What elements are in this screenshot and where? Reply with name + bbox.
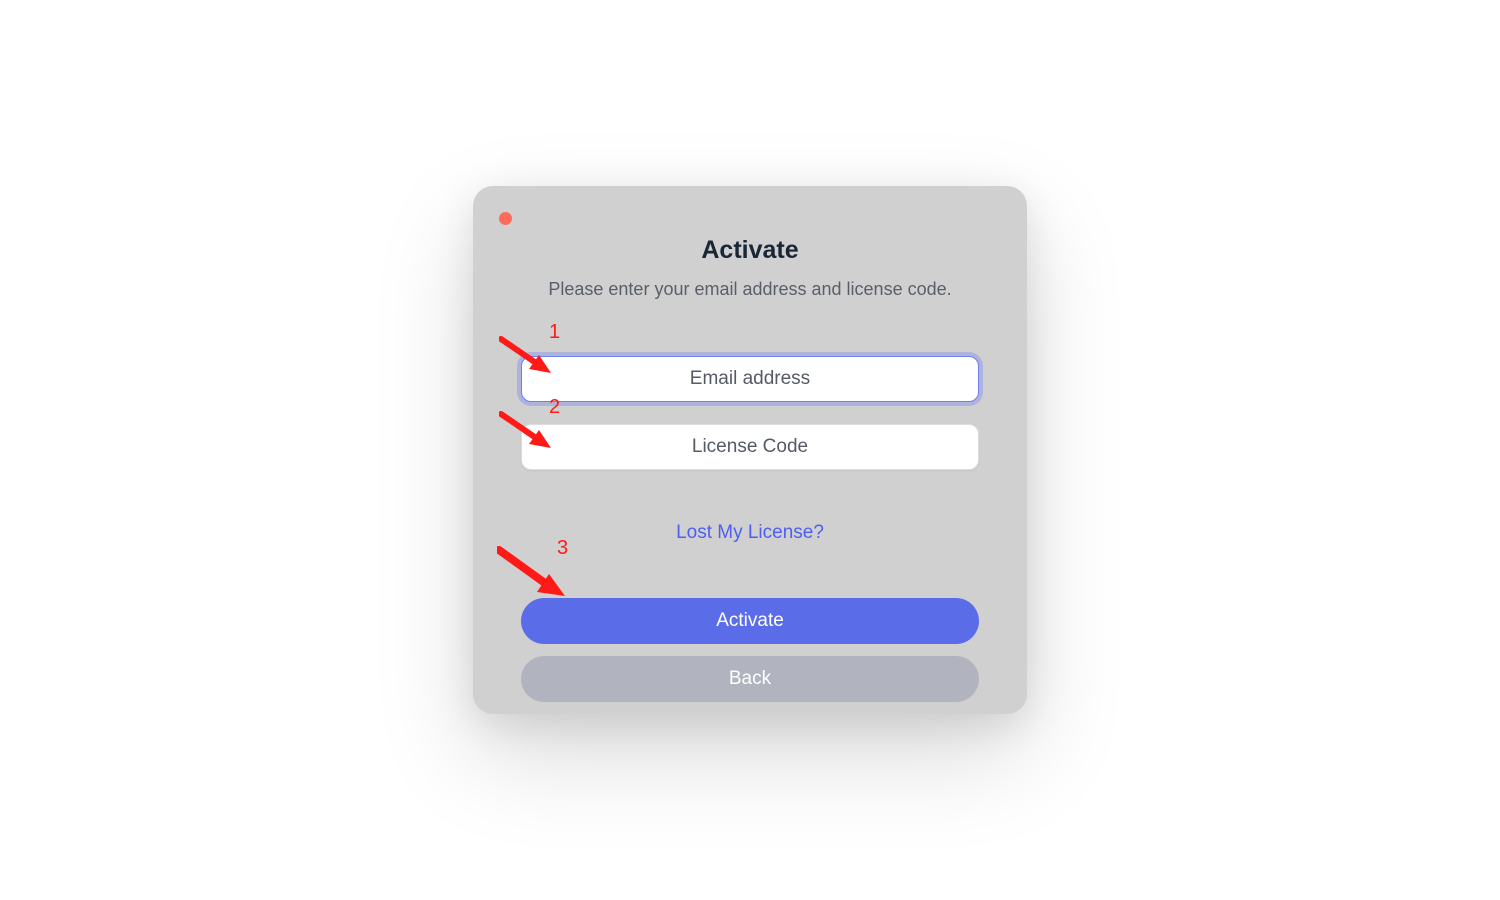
close-button[interactable] (499, 212, 512, 225)
activate-button[interactable]: Activate (521, 598, 979, 644)
content-area: Activate Please enter your email address… (501, 214, 999, 702)
license-code-input[interactable] (521, 424, 979, 470)
page-title: Activate (701, 236, 798, 265)
back-button[interactable]: Back (521, 656, 979, 702)
email-input[interactable] (521, 356, 979, 402)
page-subtitle: Please enter your email address and lice… (548, 279, 951, 300)
activation-window: Activate Please enter your email address… (473, 186, 1027, 714)
lost-license-link[interactable]: Lost My License? (676, 522, 824, 544)
